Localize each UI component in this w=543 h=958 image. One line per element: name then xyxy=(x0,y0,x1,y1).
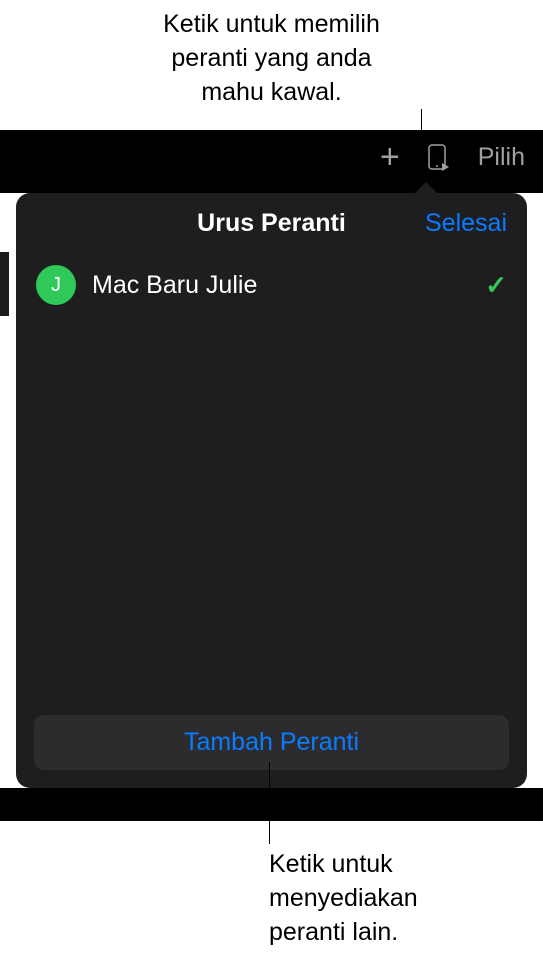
device-row[interactable]: J Mac Baru Julie ✓ xyxy=(16,253,527,317)
done-button[interactable]: Selesai xyxy=(425,209,507,238)
callout-text-line: peranti lain. xyxy=(269,916,418,950)
toolbar-background-strip xyxy=(0,185,543,193)
callout-text-line: Ketik untuk memilih xyxy=(0,8,543,42)
callout-bottom: Ketik untuk menyediakan peranti lain. xyxy=(269,848,418,949)
popover-header: Urus Peranti Selesai xyxy=(16,193,527,253)
background-strip-bottom xyxy=(0,788,543,821)
device-control-icon[interactable] xyxy=(428,143,450,173)
checkmark-icon: ✓ xyxy=(485,270,507,301)
callout-top: Ketik untuk memilih peranti yang anda ma… xyxy=(0,8,543,109)
add-icon[interactable]: + xyxy=(380,138,400,177)
callout-leader-line-bottom xyxy=(269,762,270,844)
sidebar-sliver xyxy=(0,252,9,316)
callout-text-line: menyediakan xyxy=(269,882,418,916)
select-button[interactable]: Pilih xyxy=(478,143,525,172)
toolbar: + Pilih xyxy=(0,130,543,185)
callout-text-line: peranti yang anda xyxy=(0,42,543,76)
callout-text-line: mahu kawal. xyxy=(0,76,543,110)
popover-title: Urus Peranti xyxy=(197,209,346,238)
manage-devices-popover: Urus Peranti Selesai J Mac Baru Julie ✓ … xyxy=(16,193,527,788)
add-device-button[interactable]: Tambah Peranti xyxy=(34,715,509,770)
device-name: Mac Baru Julie xyxy=(92,271,469,300)
callout-text-line: Ketik untuk xyxy=(269,848,418,882)
avatar: J xyxy=(36,265,76,305)
